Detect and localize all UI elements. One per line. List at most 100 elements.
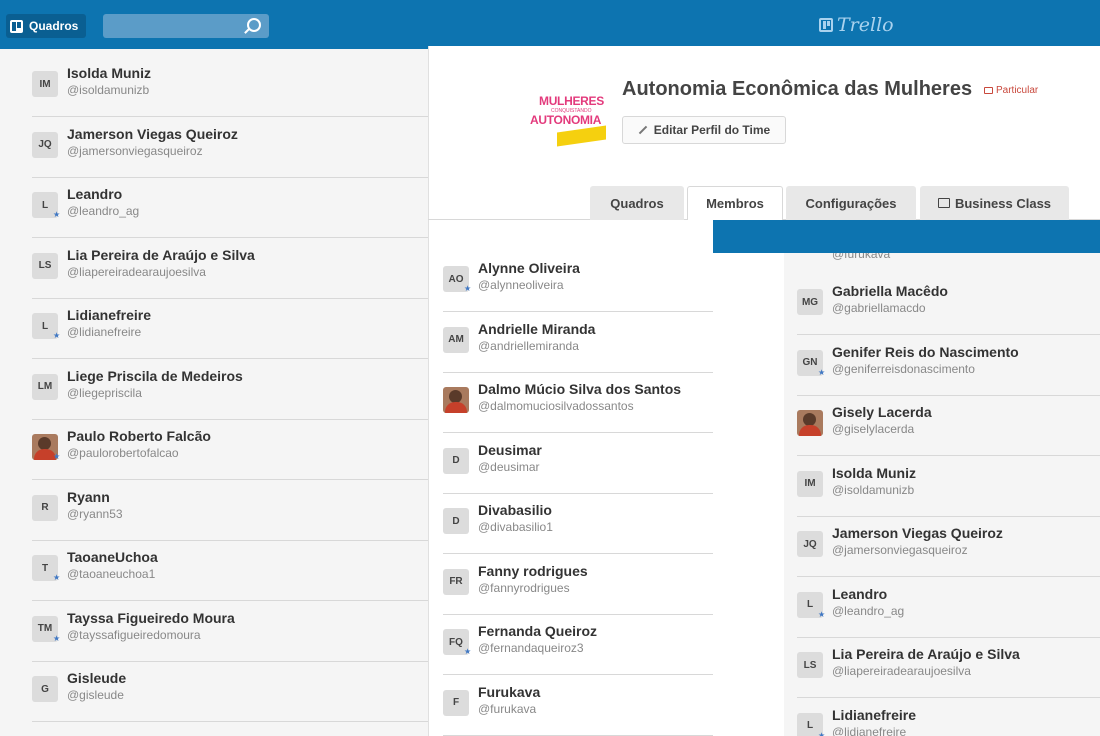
search-input[interactable] (103, 14, 269, 38)
member-row[interactable]: L ★ Leandro @leandro_ag (797, 578, 1100, 638)
member-name[interactable]: Deusimar (478, 442, 542, 458)
avatar[interactable]: R (32, 494, 58, 521)
edit-team-profile-button[interactable]: Editar Perfil do Time (622, 116, 786, 144)
member-row[interactable]: IM Isolda Muniz @isoldamunizb (797, 457, 1100, 517)
avatar[interactable]: MG (797, 289, 823, 315)
member-row[interactable]: Gisely Lacerda @giselylacerda (797, 396, 1100, 456)
member-name[interactable]: Fernanda Queiroz (478, 623, 597, 639)
member-username: @jamersonviegasqueiroz (832, 543, 968, 557)
member-name[interactable]: Leandro (67, 186, 122, 202)
member-row[interactable]: LS Lia Pereira de Araújo e Silva @liaperei… (797, 638, 1100, 698)
member-row[interactable]: LS Lia Pereira de Araújo e Silva @liaperei… (32, 239, 428, 299)
tab-quadros-label: Quadros (610, 195, 664, 211)
member-name[interactable]: Isolda Muniz (67, 65, 151, 81)
avatar[interactable]: G (32, 676, 58, 702)
member-name[interactable]: Paulo Roberto Falcão (67, 428, 211, 444)
member-username: @divabasilio1 (478, 520, 553, 534)
avatar[interactable]: IM (797, 470, 823, 497)
member-name[interactable]: Fanny rodrigues (478, 563, 588, 579)
member-row[interactable]: D Divabasilio @divabasilio1 (443, 494, 713, 554)
member-name[interactable]: Furukava (478, 684, 540, 700)
member-name[interactable]: Lidianefreire (67, 307, 151, 323)
member-row[interactable]: D Deusimar @deusimar (443, 434, 713, 494)
avatar[interactable]: LM (32, 373, 58, 400)
avatar[interactable] (797, 410, 823, 436)
member-name[interactable]: Divabasilio (478, 502, 552, 518)
member-row[interactable]: AM Andrielle Miranda @andriellemiranda (443, 313, 713, 373)
avatar-initials: T (41, 562, 49, 574)
top-bar: Quadros Trello (0, 0, 1100, 46)
tab-business-class[interactable]: Business Class (920, 186, 1069, 220)
member-row[interactable]: Dalmo Múcio Silva dos Santos @dalmomucios… (443, 373, 713, 433)
tab-quadros[interactable]: Quadros (590, 186, 684, 220)
member-name[interactable]: Genifer Reis do Nascimento (832, 344, 1019, 360)
member-name[interactable]: Jamerson Viegas Queiroz (67, 126, 238, 142)
avatar[interactable] (443, 387, 469, 413)
avatar[interactable]: IM (32, 71, 58, 97)
member-name[interactable]: Ryann (67, 489, 110, 505)
member-row[interactable]: L ★ Lidianefreire @lidianefreire (32, 299, 428, 359)
admin-icon: ★ (464, 647, 472, 656)
member-row[interactable]: L ★ Leandro @leandro_ag (32, 178, 428, 238)
avatar[interactable]: JQ (797, 531, 823, 557)
tab-configuracoes[interactable]: Configurações (786, 186, 916, 220)
avatar[interactable]: LS (32, 252, 58, 279)
avatar[interactable]: F (443, 689, 469, 716)
avatar[interactable]: FR (443, 568, 469, 595)
avatar[interactable]: D (443, 447, 469, 474)
boards-icon (10, 19, 23, 33)
member-name[interactable]: Gisleude (67, 670, 126, 686)
member-name[interactable]: Gabriella Macêdo (832, 283, 948, 299)
member-username: @liapereiradearaujoesilva (832, 664, 971, 678)
trello-logo-text: Trello (837, 14, 894, 36)
tab-membros[interactable]: Membros (687, 186, 783, 220)
avatar-initials: FR (449, 576, 463, 587)
member-row[interactable]: TM ★ Tayssa Figueiredo Moura @tayssafigueir… (32, 602, 428, 662)
member-row[interactable]: L ★ Lidianefreire @lidianefreire (797, 699, 1100, 736)
member-name[interactable]: Gisely Lacerda (832, 404, 932, 420)
member-row[interactable]: AO ★ Alynne Oliveira @alynneoliveira (443, 252, 713, 312)
member-name[interactable]: Liege Priscila de Medeiros (67, 368, 243, 384)
member-name[interactable]: Lia Pereira de Araújo e Silva (67, 247, 255, 263)
member-row[interactable]: R Ryann @ryann53 (32, 481, 428, 541)
member-row[interactable]: JQ Jamerson Viegas Queiroz @jamersonviegas… (797, 517, 1100, 577)
boards-button[interactable]: Quadros (6, 14, 87, 38)
trello-logo[interactable]: Trello (819, 14, 894, 36)
member-name[interactable]: TaoaneUchoa (67, 549, 158, 565)
member-row[interactable]: G Gisleude @gisleude (32, 662, 428, 722)
member-name[interactable]: Isolda Muniz (832, 465, 916, 481)
admin-icon: ★ (818, 609, 826, 619)
avatar[interactable]: AM (443, 326, 469, 353)
member-username: @dalmomuciosilvadossantos (478, 399, 634, 413)
tab-configuracoes-label: Configurações (805, 195, 897, 211)
member-name[interactable]: Dalmo Múcio Silva dos Santos (478, 381, 681, 397)
member-username: @tayssafigueiredomoura (67, 627, 201, 642)
admin-icon: ★ (818, 730, 826, 736)
briefcase-icon (937, 198, 950, 208)
search-icon[interactable] (247, 18, 261, 32)
member-row[interactable]: LM Liege Priscila de Medeiros @liegeprisci… (32, 360, 428, 420)
member-row[interactable]: IM Isolda Muniz @isoldamunizb (32, 57, 428, 117)
team-logo-line1: MULHERES (539, 94, 604, 108)
member-name[interactable]: Leandro (832, 586, 887, 602)
member-row[interactable]: GN ★ Genifer Reis do Nascimento @geniferrei… (797, 336, 1100, 396)
avatar[interactable]: LS (797, 652, 823, 678)
tab-business-class-label: Business Class (954, 195, 1052, 211)
member-name[interactable]: Tayssa Figueiredo Moura (67, 610, 235, 626)
avatar[interactable]: D (443, 508, 469, 534)
member-name[interactable]: Andrielle Miranda (478, 321, 595, 337)
right-members-panel: @furukava MG Gabriella Macêdo @gabriellama… (784, 253, 1100, 736)
member-row[interactable]: JQ Jamerson Viegas Queiroz @jamersonviegas… (32, 118, 428, 178)
member-row[interactable]: FR Fanny rodrigues @fannyrodrigues (443, 555, 713, 615)
avatar[interactable]: JQ (32, 131, 58, 158)
member-name[interactable]: Alynne Oliveira (478, 260, 580, 276)
member-row[interactable]: T ★ TaoaneUchoa @taoaneuchoa1 (32, 541, 428, 601)
member-row[interactable]: ★ Paulo Roberto Falcão @paulorobertofalcao (32, 420, 428, 480)
member-row[interactable]: MG Gabriella Macêdo @gabriellamacdo (797, 275, 1100, 335)
member-row[interactable]: FQ ★ Fernanda Queiroz @fernandaqueiroz3 (443, 615, 713, 675)
admin-icon: ★ (53, 210, 61, 219)
member-name[interactable]: Lia Pereira de Araújo e Silva (832, 646, 1020, 662)
member-name[interactable]: Jamerson Viegas Queiroz (832, 525, 1003, 541)
member-row[interactable]: F Furukava @furukava (443, 676, 713, 736)
member-name[interactable]: Lidianefreire (832, 707, 916, 723)
